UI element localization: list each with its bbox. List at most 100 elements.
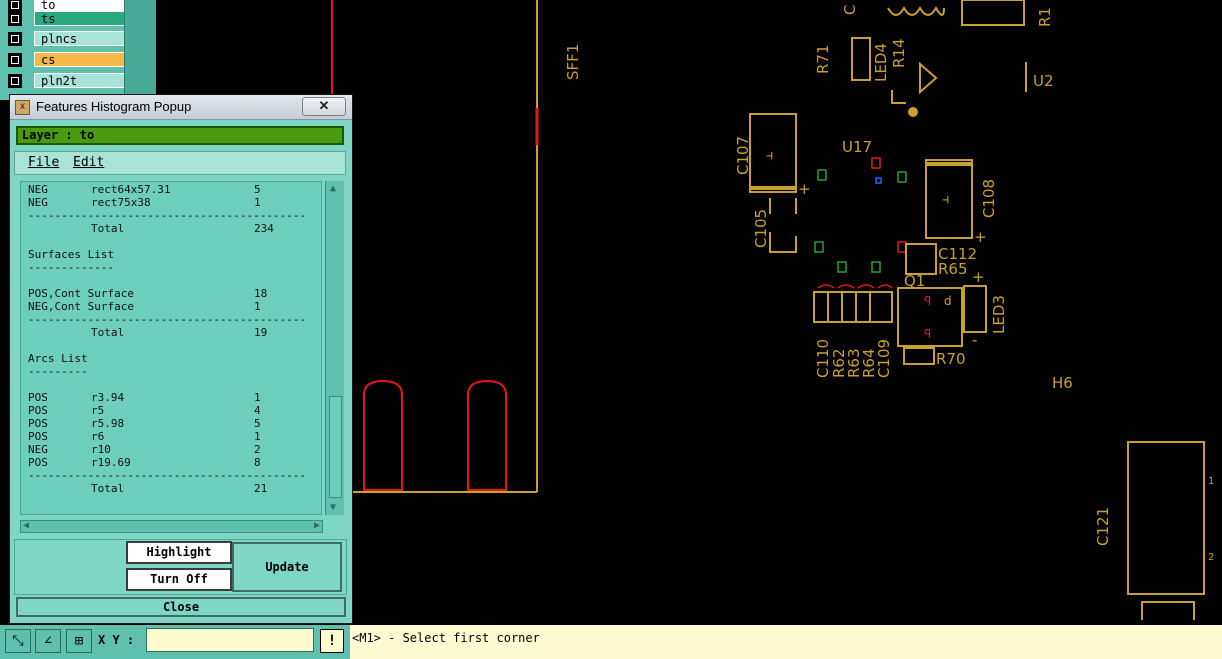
resistor-array xyxy=(813,291,893,323)
list-item: POS r6 1 xyxy=(28,430,261,443)
list-cell-symbol: r5.98 xyxy=(91,417,125,430)
layer-checkbox[interactable] xyxy=(8,74,22,88)
u17-pin xyxy=(871,157,881,169)
label-top-c: C xyxy=(841,5,859,15)
list-cell-count: 19 xyxy=(254,326,268,339)
popup-titlebar[interactable]: x Features Histogram Popup ✕ xyxy=(10,95,352,120)
layer-checkbox[interactable] xyxy=(8,32,22,46)
label-r14: R14 xyxy=(890,38,908,68)
xy-label: X Y : xyxy=(98,633,135,647)
list-item: Surfaces List xyxy=(28,248,114,261)
label-c109: C109 xyxy=(875,339,893,378)
label-led4: LED4 xyxy=(872,43,890,82)
layer-header: Layer : to xyxy=(16,126,344,145)
list-cell-count: 2 xyxy=(254,443,261,456)
list-cell-symbol: Total xyxy=(91,326,125,339)
warning-icon[interactable]: ! xyxy=(320,629,344,653)
list-horizontal-scrollbar[interactable]: ◀ ▶ xyxy=(20,520,323,533)
list-cell-type: POS xyxy=(28,430,48,443)
list-cell-count: 1 xyxy=(254,430,261,443)
list-cell-count: 4 xyxy=(254,404,261,417)
u17-pin xyxy=(897,241,907,253)
update-button[interactable]: Update xyxy=(232,542,342,592)
layer-name: cs xyxy=(34,52,126,67)
popup-title: Features Histogram Popup xyxy=(36,99,192,114)
scroll-up-icon[interactable]: ▲ xyxy=(330,183,336,194)
highlight-button[interactable]: Highlight xyxy=(126,541,232,564)
scroll-right-icon[interactable]: ▶ xyxy=(314,520,320,531)
list-cell-symbol: r3.94 xyxy=(91,391,125,404)
list-item: NEG r10 2 xyxy=(28,443,261,456)
list-vertical-scrollbar[interactable]: ▲ ▼ xyxy=(325,181,344,515)
scroll-down-icon[interactable]: ▼ xyxy=(330,502,336,513)
r70-body xyxy=(903,347,935,365)
list-cell-symbol: Total xyxy=(91,482,125,495)
list-cell-symbol: r6 xyxy=(91,430,105,443)
label-r71: R71 xyxy=(814,44,832,74)
list-item: Arcs List xyxy=(28,352,88,365)
list-item: NEG rect75x38 1 xyxy=(28,196,261,209)
layer-checkbox[interactable] xyxy=(8,12,22,26)
close-button[interactable]: Close xyxy=(16,597,346,617)
list-item: POS,Cont Surface 18 xyxy=(28,287,267,300)
separator-line: ----------------------------------------… xyxy=(28,313,307,326)
layer-panel-scrollbar[interactable] xyxy=(124,0,156,100)
list-cell-count: 5 xyxy=(254,183,261,196)
led3-plus: + xyxy=(972,268,985,286)
u17-pin xyxy=(875,177,882,184)
c121-pin-label: 2 xyxy=(1208,552,1214,563)
label-sff1: SFF1 xyxy=(564,44,582,80)
label-c108: C108 xyxy=(980,179,998,218)
list-cell-symbol: r5 xyxy=(91,404,105,417)
top-resistor-array xyxy=(961,0,1025,26)
list-cell-type: Surfaces List xyxy=(28,248,115,261)
red-pad xyxy=(363,379,403,491)
features-histogram-popup: x Features Histogram Popup ✕ Layer : to … xyxy=(9,94,353,624)
app-icon: x xyxy=(15,100,30,115)
c107-plus: + xyxy=(798,180,811,198)
red-pad xyxy=(467,379,507,491)
grid-icon[interactable]: ⊞ xyxy=(66,629,92,653)
list-cell-type: POS xyxy=(28,404,48,417)
list-cell-count: 1 xyxy=(254,391,261,404)
scroll-thumb[interactable] xyxy=(329,396,342,498)
list-cell-type: POS xyxy=(28,456,48,469)
separator-line: --------- xyxy=(28,365,88,378)
label-r70: R70 xyxy=(936,350,966,368)
list-cell-type: NEG xyxy=(28,196,48,209)
separator-line: ----------------------------------------… xyxy=(28,209,307,222)
scroll-left-icon[interactable]: ◀ xyxy=(23,520,29,531)
list-item: POS r19.69 8 xyxy=(28,456,261,469)
histogram-list[interactable]: NEG rect64x57.31 5 NEG rect75x38 1 -----------… xyxy=(20,181,322,515)
list-cell-count: 5 xyxy=(254,417,261,430)
measure-icon[interactable]: ∠ xyxy=(35,629,61,653)
diode-symbol xyxy=(919,61,938,95)
list-cell-type: POS,Cont Surface xyxy=(28,287,134,300)
layer-checkbox[interactable] xyxy=(8,53,22,67)
list-item: POS r3.94 1 xyxy=(28,391,261,404)
close-icon[interactable]: ✕ xyxy=(302,97,346,116)
label-u17: U17 xyxy=(842,138,872,156)
c121-pin-label: 1 xyxy=(1208,476,1214,487)
list-cell-type: NEG xyxy=(28,443,48,456)
status-message: <M1> - Select first corner xyxy=(352,631,540,645)
c108-symbol: ⫞ xyxy=(942,190,950,208)
menu-edit[interactable]: Edit xyxy=(73,152,104,174)
led3-minus: - xyxy=(972,331,977,349)
list-cell-count: 18 xyxy=(254,287,268,300)
r14-outline xyxy=(891,90,906,104)
list-cell-count: 21 xyxy=(254,482,268,495)
c105-body xyxy=(769,198,797,253)
list-cell-type: NEG xyxy=(28,183,48,196)
list-cell-count: 1 xyxy=(254,300,261,313)
led3-body xyxy=(963,285,987,333)
zoom-box-icon[interactable]: ⤡ xyxy=(5,629,31,653)
menu-file[interactable]: File xyxy=(28,152,59,174)
xy-input[interactable] xyxy=(146,628,314,652)
turn-off-button[interactable]: Turn Off xyxy=(126,568,232,591)
separator-line: ----------------------------------------… xyxy=(28,469,307,482)
led4-body xyxy=(851,37,871,81)
list-cell-type: POS xyxy=(28,417,48,430)
list-cell-count: 234 xyxy=(254,222,274,235)
label-top-r: R1 xyxy=(1036,7,1054,27)
